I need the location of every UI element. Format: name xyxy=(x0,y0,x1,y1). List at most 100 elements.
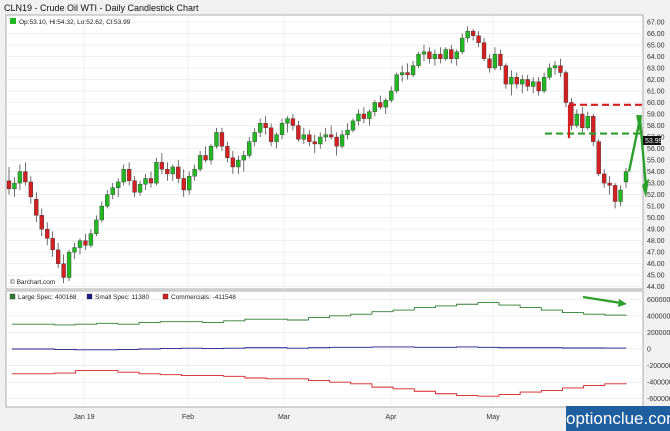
candle-up xyxy=(541,76,547,92)
candle-down xyxy=(268,127,274,142)
candle-down xyxy=(334,136,339,147)
candle-down xyxy=(427,51,432,59)
candle-down xyxy=(126,169,132,181)
candle-down xyxy=(438,53,443,59)
candle-down xyxy=(525,79,530,87)
candle-down xyxy=(181,178,186,191)
candle-up xyxy=(509,76,514,85)
candle-down xyxy=(405,72,410,76)
candle-up xyxy=(531,81,536,87)
candle-up xyxy=(585,116,590,129)
price-tick-label: 64.00 xyxy=(647,54,665,61)
candle-up xyxy=(345,129,350,135)
cot-legend: Large Spec: 400168 Small Spec: 11380 Comme… xyxy=(9,293,236,301)
candle-up xyxy=(12,182,17,190)
candle-up xyxy=(279,123,285,135)
x-tick-label: Jan 19 xyxy=(73,414,94,421)
x-tick-label: Apr xyxy=(386,414,398,421)
candle-down xyxy=(225,146,230,158)
candle-down xyxy=(612,185,618,202)
price-tick-label: 44.00 xyxy=(647,284,665,291)
candle-down xyxy=(558,65,563,73)
candle-down xyxy=(498,53,503,66)
candle-up xyxy=(394,74,399,92)
price-tick-label: 48.00 xyxy=(647,238,665,245)
legend-swatch xyxy=(86,293,93,300)
candle-down xyxy=(39,215,44,230)
candle-up xyxy=(17,171,23,184)
candle-up xyxy=(252,132,257,142)
candle-up xyxy=(72,247,77,253)
candle-up xyxy=(339,134,345,147)
candle-up xyxy=(421,51,427,55)
price-tick-label: 59.00 xyxy=(647,112,665,119)
candle-down xyxy=(23,171,28,183)
price-tick-label: 58.00 xyxy=(647,123,665,130)
optionclue-watermark: optionclue.com xyxy=(566,406,670,431)
price-tick-label: 46.00 xyxy=(647,261,665,268)
cot-tick-label: -600000 xyxy=(647,396,670,403)
candle-down xyxy=(514,76,519,85)
candle-down xyxy=(50,238,55,251)
candle-up xyxy=(367,111,372,119)
candle-up xyxy=(547,67,552,78)
candle-up xyxy=(410,65,416,76)
candle-up xyxy=(520,79,525,85)
candle-down xyxy=(148,178,154,184)
x-tick-label: May xyxy=(486,414,500,421)
candle-up xyxy=(192,169,197,177)
price-panel xyxy=(5,14,644,290)
legend-label: Large Spec: 400168 xyxy=(18,294,77,301)
candle-up xyxy=(350,120,356,131)
candle-up xyxy=(492,53,498,69)
candle-up xyxy=(258,123,263,133)
candle-down xyxy=(159,162,165,170)
candle-up xyxy=(372,102,377,112)
price-tick-label: 51.00 xyxy=(647,204,665,211)
legend-label: Commercials: -411548 xyxy=(171,294,236,301)
candle-up xyxy=(460,37,465,53)
candle-down xyxy=(165,169,170,175)
candle-down xyxy=(312,141,317,145)
candle-up xyxy=(88,233,94,246)
candle-up xyxy=(236,159,241,168)
candle-up xyxy=(432,53,438,59)
candle-down xyxy=(481,42,487,59)
price-tick-label: 49.00 xyxy=(647,227,665,234)
candle-down xyxy=(61,263,66,278)
candle-up xyxy=(247,141,252,156)
price-tick-label: 67.00 xyxy=(647,19,665,26)
candle-down xyxy=(580,113,585,129)
price-tick-label: 47.00 xyxy=(647,250,665,257)
candle-up xyxy=(323,134,328,138)
price-tick-label: 45.00 xyxy=(647,273,665,280)
candle-up xyxy=(274,134,279,142)
candle-down xyxy=(607,182,612,186)
candle-down xyxy=(230,157,236,168)
price-tick-label: 55.00 xyxy=(647,158,665,165)
price-tick-label: 56.00 xyxy=(647,146,665,153)
legend-label: Small Spec: 11380 xyxy=(95,294,149,301)
candle-up xyxy=(99,205,104,221)
candle-down xyxy=(6,180,12,190)
candle-down xyxy=(596,141,601,175)
candle-up xyxy=(618,189,623,202)
candle-up xyxy=(389,90,394,101)
price-tick-label: 63.00 xyxy=(647,65,665,72)
candle-down xyxy=(203,155,208,161)
candle-up xyxy=(94,219,99,234)
price-tick-label: 53.00 xyxy=(647,181,665,188)
candle-up xyxy=(214,132,219,147)
price-tick-label: 62.00 xyxy=(647,77,665,84)
price-tick-label: 50.00 xyxy=(647,215,665,222)
candle-up xyxy=(241,155,246,161)
candle-up xyxy=(318,136,323,145)
candle-down xyxy=(132,180,137,193)
candle-up xyxy=(187,175,192,191)
candle-up xyxy=(623,171,629,183)
candle-up xyxy=(121,169,126,183)
candle-up xyxy=(454,51,459,59)
candle-down xyxy=(296,125,301,140)
ohlc-readout: Op:53.10, Hi:54.32, Lo:52.62, Cl:53.99 xyxy=(19,19,131,26)
price-tick-label: 52.00 xyxy=(647,192,665,199)
